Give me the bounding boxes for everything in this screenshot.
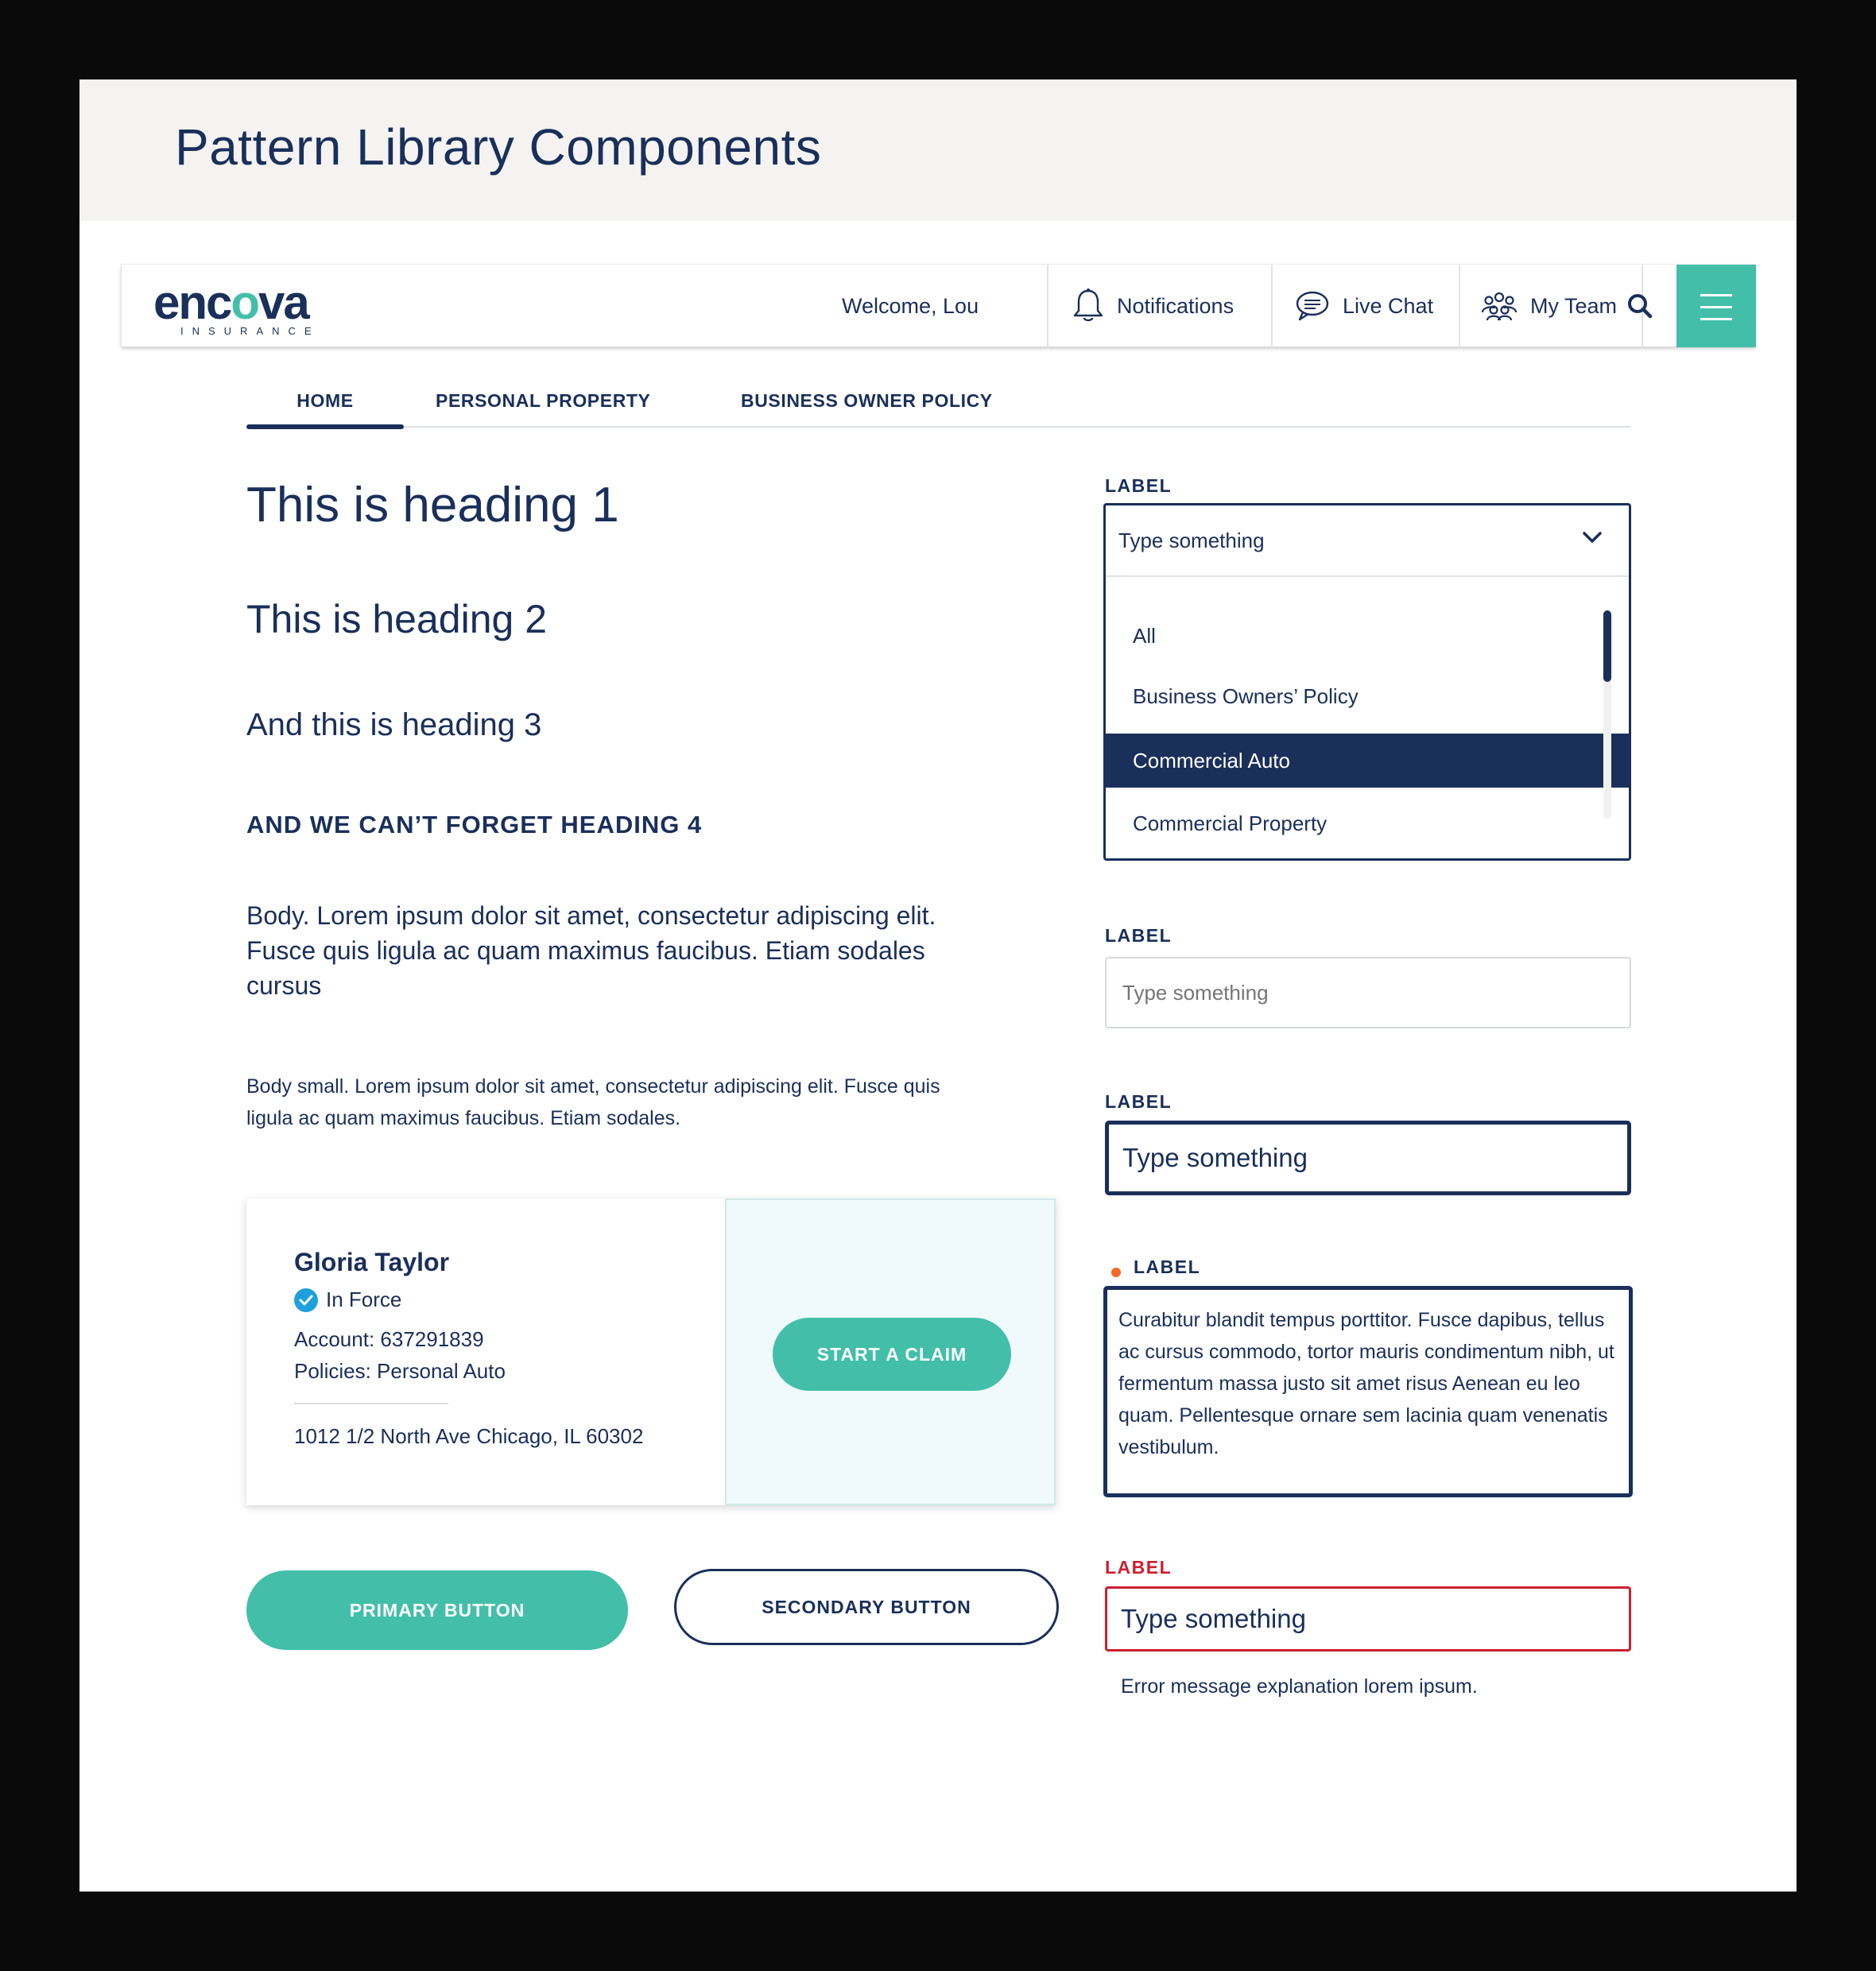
hamburger-icon	[1700, 294, 1732, 296]
top-navbar: encova INSURANCE Welcome, Lou Notificati…	[121, 264, 1756, 347]
chevron-down-icon	[1583, 532, 1602, 543]
my-team-label: My Team	[1530, 293, 1618, 318]
policy-status-label: In Force	[326, 1288, 402, 1311]
policy-status: In Force	[294, 1288, 401, 1312]
heading-1: This is heading 1	[246, 478, 619, 532]
welcome-text: Welcome, Lou	[842, 294, 979, 318]
policyholder-name: Gloria Taylor	[294, 1248, 450, 1276]
hamburger-icon	[1700, 306, 1732, 308]
logo-subtitle: INSURANCE	[180, 325, 320, 337]
dropdown-option-commercial-property[interactable]: Commercial Property	[1106, 796, 1629, 850]
nav-divider	[1459, 265, 1460, 347]
tab-bar: HOME PERSONAL PROPERTY BUSINESS OWNER PO…	[246, 386, 1631, 429]
nav-divider	[1047, 265, 1048, 347]
account-number: Account: 637291839	[294, 1327, 484, 1351]
policy-card-details: Gloria Taylor In Force Account: 63729183…	[246, 1198, 725, 1505]
heading-4: AND WE CAN’T FORGET HEADING 4	[246, 811, 703, 838]
textarea-input[interactable]: Curabitur blandit tempus porttitor. Fusc…	[1103, 1286, 1633, 1497]
card-divider	[294, 1403, 448, 1404]
dropdown-scrollbar-thumb[interactable]	[1603, 610, 1611, 682]
heading-3: And this is heading 3	[246, 707, 542, 742]
dropdown-option-all[interactable]: All	[1106, 609, 1629, 663]
tab-home[interactable]: HOME	[246, 386, 404, 429]
my-team-link[interactable]: My Team	[1481, 265, 1617, 347]
secondary-button[interactable]: SECONDARY BUTTON	[674, 1569, 1059, 1645]
input-label: LABEL	[1105, 925, 1172, 946]
tab-business-owner-policy[interactable]: BUSINESS OWNER POLICY	[741, 386, 993, 428]
text-input-default[interactable]	[1105, 957, 1631, 1028]
bell-icon	[1073, 288, 1103, 322]
text-input-error[interactable]	[1105, 1586, 1631, 1652]
start-claim-button[interactable]: START A CLAIM	[773, 1318, 1011, 1391]
policy-address: 1012 1/2 North Ave Chicago, IL 60302	[294, 1424, 644, 1448]
dropdown-trigger[interactable]: Type something	[1106, 505, 1629, 577]
live-chat-label: Live Chat	[1343, 293, 1434, 318]
chat-bubble-icon	[1296, 291, 1329, 321]
page-title: Pattern Library Components	[175, 118, 822, 176]
nav-divider	[1271, 265, 1273, 347]
hamburger-menu-button[interactable]	[1676, 265, 1756, 347]
pattern-library-frame: Pattern Library Components encova INSURA…	[79, 79, 1797, 1892]
check-circle-icon	[294, 1288, 318, 1312]
required-indicator	[1111, 1268, 1121, 1277]
encova-logo[interactable]: encova INSURANCE	[153, 276, 328, 338]
tab-personal-property[interactable]: PERSONAL PROPERTY	[436, 386, 651, 428]
primary-button[interactable]: PRIMARY BUTTON	[246, 1570, 628, 1650]
dropdown-label: LABEL	[1105, 475, 1172, 496]
live-chat-link[interactable]: Live Chat	[1295, 265, 1433, 347]
textarea-label: LABEL	[1134, 1257, 1201, 1277]
dropdown-value: Type something	[1118, 529, 1265, 552]
notifications-label: Notifications	[1117, 293, 1235, 318]
notifications-link[interactable]: Notifications	[1072, 265, 1234, 347]
search-icon	[1628, 294, 1653, 319]
dropdown-option-business-owners-policy[interactable]: Business Owners’ Policy	[1106, 669, 1629, 723]
error-message: Error message explanation lorem ipsum.	[1121, 1675, 1478, 1698]
text-input-focused[interactable]	[1105, 1121, 1631, 1195]
team-icon	[1481, 292, 1517, 321]
policy-card-action-panel: START A CLAIM	[725, 1198, 1056, 1505]
hamburger-icon	[1700, 318, 1732, 320]
input-focus-label: LABEL	[1105, 1091, 1172, 1112]
dropdown-option-commercial-auto[interactable]: Commercial Auto	[1106, 734, 1629, 788]
heading-2: This is heading 2	[246, 597, 548, 641]
page-header: Pattern Library Components	[79, 79, 1797, 221]
body-text: Body. Lorem ipsum dolor sit amet, consec…	[246, 901, 936, 1000]
dropdown-select[interactable]: Type something All Business Owners’ Poli…	[1103, 503, 1631, 861]
search-button[interactable]	[1622, 288, 1657, 323]
policy-types: Policies: Personal Auto	[294, 1359, 506, 1383]
policy-card: Gloria Taylor In Force Account: 63729183…	[246, 1198, 1056, 1505]
error-input-label: LABEL	[1105, 1557, 1172, 1578]
logo-wordmark: encova	[153, 276, 310, 329]
body-small-text: Body small. Lorem ipsum dolor sit amet, …	[246, 1075, 940, 1129]
